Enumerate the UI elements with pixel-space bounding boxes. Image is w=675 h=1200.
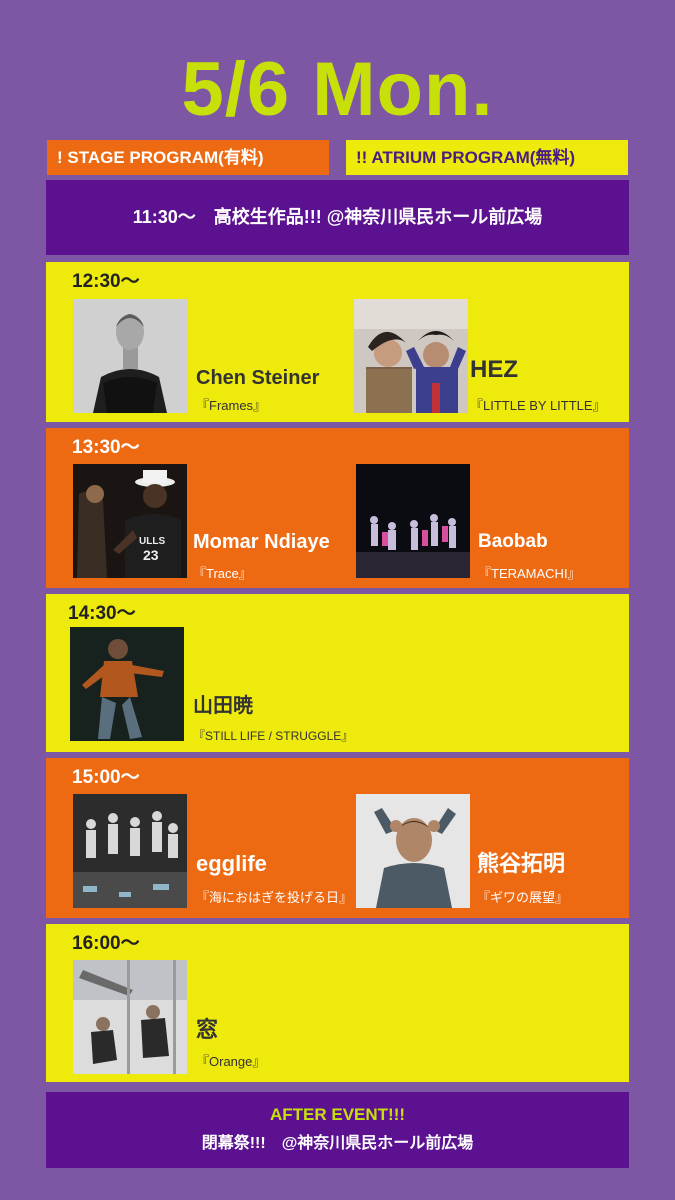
performer-work: 『Trace』 xyxy=(193,566,252,581)
performer-work: 『Orange』 xyxy=(196,1054,266,1069)
performer-name: HEZ xyxy=(470,356,518,383)
opening-banner: 11:30〜 高校生作品!!! @神奈川県民ホール前広場 xyxy=(46,180,629,255)
photo-momar-ndiaye: ULLS 23 xyxy=(73,464,187,578)
photo-chen-steiner xyxy=(73,299,187,413)
slot-time: 16:00〜 xyxy=(72,933,140,954)
slot-1600: 16:00〜 窓 『Orange』 xyxy=(46,924,629,1082)
legend-stage-program: ! STAGE PROGRAM(有料) xyxy=(47,140,329,175)
slot-1330: 13:30〜 ULLS 23 Momar Ndiaye 『Trace』 Baob… xyxy=(46,428,629,588)
performer-work: 『TERAMACHI』 xyxy=(478,566,581,581)
slot-1230: 12:30〜 Chen Steiner 『Frames』 HEZ 『LITTLE… xyxy=(46,262,629,422)
photo-kumagai-hiroaki xyxy=(356,794,470,908)
performer-name: egglife xyxy=(196,851,267,876)
after-event-title: AFTER EVENT!!! xyxy=(269,1105,406,1124)
after-event-venue: 閉幕祭!!! @神奈川県民ホール前広場 xyxy=(201,1135,474,1152)
after-event-banner: AFTER EVENT!!! 閉幕祭!!! @神奈川県民ホール前広場 xyxy=(46,1092,629,1168)
performer-work: 『STILL LIFE / STRUGGLE』 xyxy=(193,729,354,743)
performer-work: 『ギワの展望』 xyxy=(477,890,569,905)
page-title: 5/6 Mon. xyxy=(181,47,494,132)
performer-name: Chen Steiner xyxy=(196,367,320,389)
photo-egglife xyxy=(73,794,187,908)
svg-text:ULLS: ULLS xyxy=(139,536,165,547)
svg-text:23: 23 xyxy=(143,547,159,563)
slot-1500: 15:00〜 egglife 『海におはぎを投げる日』 熊谷拓明 『ギワの展望』 xyxy=(46,758,629,918)
performer-work: 『海におはぎを投げる日』 xyxy=(196,890,353,905)
performer-name: 窓 xyxy=(196,1017,219,1042)
performer-name: Baobab xyxy=(478,531,548,552)
slot-time: 13:30〜 xyxy=(72,437,140,458)
performer-name: 山田暁 xyxy=(193,695,253,717)
performer-name: Momar Ndiaye xyxy=(193,531,330,553)
photo-baobab xyxy=(356,464,470,578)
slot-1430: 14:30〜 山田暁 『STILL LIFE / STRUGGLE』 xyxy=(46,594,629,752)
legend-atrium-program: !! ATRIUM PROGRAM(無料) xyxy=(346,140,628,175)
slot-time: 15:00〜 xyxy=(72,767,140,788)
photo-mado xyxy=(73,960,187,1074)
slot-time: 12:30〜 xyxy=(72,271,140,292)
photo-hez xyxy=(354,299,468,413)
performer-work: 『Frames』 xyxy=(196,398,267,413)
photo-yamada-akira xyxy=(70,627,184,741)
opening-text: 11:30〜 高校生作品!!! @神奈川県民ホール前広場 xyxy=(132,207,543,227)
slot-time: 14:30〜 xyxy=(68,603,136,624)
performer-name: 熊谷拓明 xyxy=(477,851,566,876)
performer-work: 『LITTLE BY LITTLE』 xyxy=(470,398,606,413)
